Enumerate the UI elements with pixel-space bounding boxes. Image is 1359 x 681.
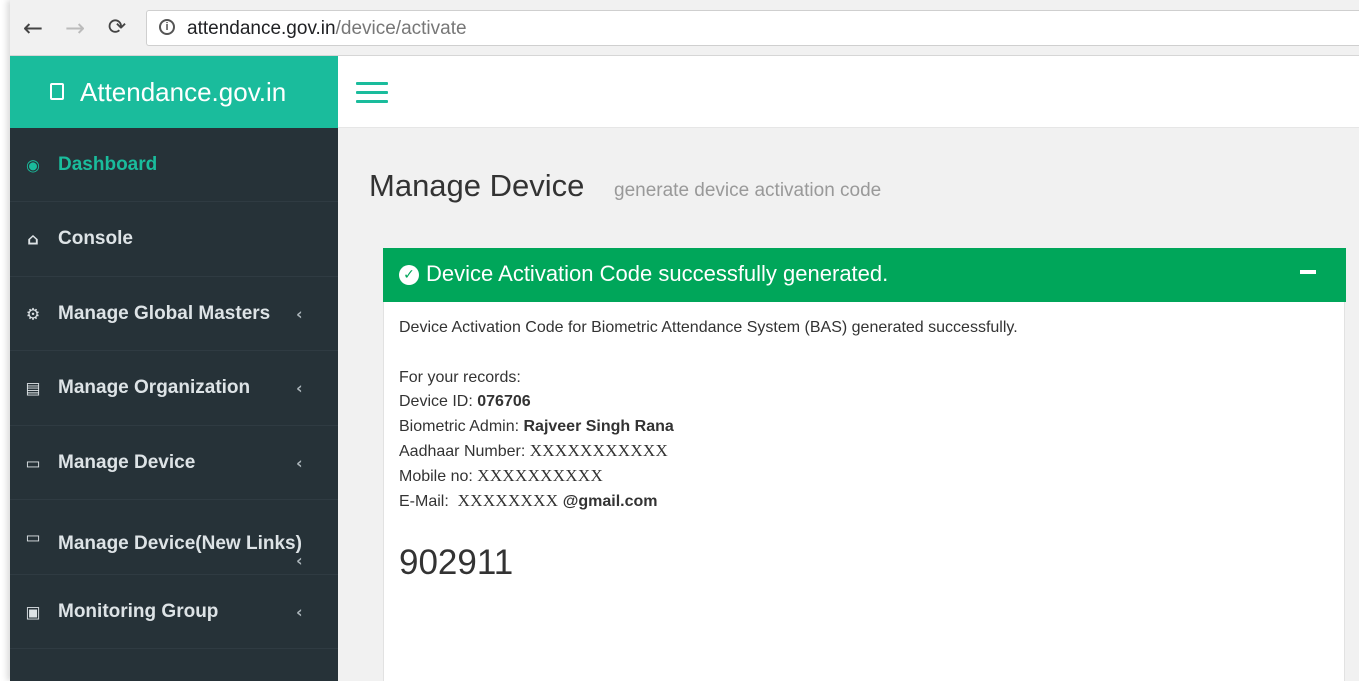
sidebar-item-monitoring-group[interactable]: ▣ Monitoring Group ‹ (10, 575, 338, 649)
logo-text: Attendance.gov.in (80, 77, 287, 107)
home-icon: ⌂ (27, 229, 39, 249)
success-message: Device Activation Code for Biometric Att… (399, 319, 1018, 336)
reload-icon[interactable]: ⟳ (104, 14, 130, 42)
chevron-left-icon: ‹ (296, 378, 303, 398)
laptop-icon: ▭ (25, 527, 41, 547)
collapse-button[interactable] (1300, 270, 1316, 274)
page-subtitle: generate device activation code (614, 180, 882, 201)
sidebar-item-manage-global-masters[interactable]: ⚙ Manage Global Masters ‹ (10, 277, 338, 351)
email-masked: XXXXXXXX (457, 491, 559, 510)
url-host: attendance.gov.in (187, 18, 336, 39)
email-row: E-Mail: XXXXXXXX @gmail.com (399, 491, 657, 511)
mobile-value: XXXXXXXXXX (477, 466, 604, 485)
cogs-icon: ⚙ (25, 304, 41, 323)
admin-row: Biometric Admin: Rajveer Singh Rana (399, 418, 674, 436)
back-arrow-icon[interactable]: ← (20, 14, 46, 42)
chevron-left-icon: ‹ (296, 602, 303, 621)
mobile-label: Mobile no: (399, 468, 478, 485)
tablet-icon (50, 83, 64, 100)
app-logo[interactable]: Attendance.gov.in (10, 56, 338, 128)
url-path: /device/activate (335, 18, 467, 39)
page-title: Manage Device (369, 168, 585, 203)
aadhaar-value: XXXXXXXXXXX (529, 441, 669, 460)
sidebar-item-label: Manage Device (58, 451, 196, 473)
menu-toggle-icon[interactable] (356, 82, 388, 104)
aadhaar-label: Aadhaar Number: (399, 443, 530, 460)
chevron-left-icon: ‹ (296, 550, 303, 570)
sidebar-item-label: Manage Global Masters (58, 302, 271, 324)
sidebar-item-manage-device-new-links[interactable]: ▭ Manage Device(New Links) ‹ (10, 501, 338, 575)
panel-title: Device Activation Code successfully gene… (426, 261, 889, 286)
sidebar: ◉ Dashboard ⌂ Console ⚙ Manage Global Masters… (10, 128, 338, 681)
mobile-row: Mobile no: XXXXXXXXXX (399, 466, 603, 486)
main-content: Manage Device generate device activation… (338, 128, 1359, 681)
dashboard-icon: ◉ (26, 155, 40, 174)
email-domain: @gmail.com (562, 493, 658, 510)
sidebar-item-manage-organization[interactable]: ▤ Manage Organization ‹ (10, 352, 338, 426)
device-id-row: Device ID: 076706 (399, 393, 531, 411)
laptop-icon: ▭ (25, 453, 41, 472)
browser-toolbar: ← → ⟳ i attendance.gov.in/device/activat… (10, 0, 1359, 56)
sidebar-item-dashboard[interactable]: ◉ Dashboard (10, 128, 338, 202)
address-bar[interactable]: i attendance.gov.in/device/activate (146, 10, 1359, 46)
forward-arrow-icon[interactable]: → (62, 14, 88, 42)
sidebar-item-label: Dashboard (58, 153, 158, 175)
building-icon: ▤ (25, 378, 41, 398)
chevron-left-icon: ‹ (296, 304, 303, 323)
browser-window: ← → ⟳ i attendance.gov.in/device/activat… (10, 0, 1359, 681)
sidebar-item-label: Console (58, 228, 133, 249)
url-text[interactable]: attendance.gov.in/device/activate (187, 18, 467, 40)
info-icon[interactable]: i (159, 19, 175, 35)
device-id-value: 076706 (477, 393, 531, 410)
activation-code: 902911 (399, 543, 514, 582)
sidebar-item-label: Monitoring Group (58, 600, 219, 622)
device-id-label: Device ID: (399, 393, 478, 410)
sidebar-item-label: Manage Organization (58, 377, 251, 398)
chevron-left-icon: ‹ (296, 453, 303, 472)
panel-header: ✓ Device Activation Code successfully ge… (383, 248, 1346, 302)
sidebar-item-console[interactable]: ⌂ Console (10, 203, 338, 277)
records-label: For your records: (399, 369, 521, 386)
calendar-icon: ▣ (25, 602, 41, 621)
aadhaar-row: Aadhaar Number: XXXXXXXXXXX (399, 441, 668, 461)
top-navbar (338, 56, 1359, 128)
success-panel: ✓ Device Activation Code successfully ge… (383, 248, 1346, 681)
sidebar-item-label: Manage Device(New Links) (58, 532, 302, 554)
admin-value: Rajveer Singh Rana (523, 418, 674, 435)
check-circle-icon: ✓ (399, 265, 419, 285)
sidebar-item-manage-device[interactable]: ▭ Manage Device ‹ (10, 426, 338, 500)
admin-label: Biometric Admin: (399, 418, 524, 435)
email-label: E-Mail: (399, 493, 458, 510)
